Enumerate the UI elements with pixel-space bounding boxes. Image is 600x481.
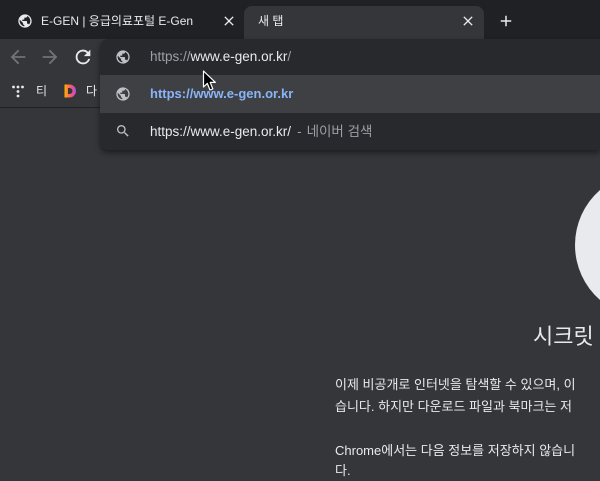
suggestion-item[interactable]: https://www.e-gen.or.kr/- 네이버 검색 [100, 113, 600, 150]
page-title: 시크릿 [533, 324, 594, 349]
plus-icon[interactable] [497, 12, 515, 30]
bookmark-label: 다 [86, 84, 98, 98]
tab-title: E-GEN | 응급의료포털 E-Gen [41, 14, 194, 28]
mouse-pointer-icon [202, 70, 217, 92]
suggestion-item[interactable]: https://www.e-gen.or.kr [100, 75, 600, 113]
arrow-back-icon[interactable] [7, 46, 29, 68]
globe-icon [115, 49, 131, 65]
search-icon [115, 123, 131, 139]
globe-icon [115, 86, 131, 102]
close-icon[interactable] [221, 13, 237, 29]
url-host: www.e-gen.or.kr [190, 49, 288, 64]
description-line: Chrome에서는 다음 정보를 저장하지 않습니 [335, 443, 576, 458]
suggestion-url: https://www.e-gen.or.kr [150, 86, 294, 101]
omnibox-dropdown: https://www.e-gen.or.kr/ https://www.e-g… [100, 39, 600, 150]
close-icon[interactable] [460, 13, 476, 29]
incognito-circle-icon [575, 190, 600, 300]
description-line: 습니다. 하지만 다운로드 파일과 북마크는 저 [335, 399, 572, 414]
tab-title: 새 탭 [258, 14, 284, 28]
arrow-forward-icon[interactable] [39, 46, 61, 68]
description-line: 다. [335, 463, 351, 478]
bookmark-item[interactable]: 티 [4, 78, 54, 104]
suggestion-text: https://www.e-gen.or.kr/- 네이버 검색 [150, 113, 590, 150]
url-path: / [287, 49, 292, 64]
suggestion-separator: - [297, 124, 302, 139]
tab-egen[interactable]: E-GEN | 응급의료포털 E-Gen [8, 6, 240, 39]
dots-favicon-icon [11, 84, 25, 98]
bookmark-label: 티 [36, 84, 48, 98]
tab-new-tab[interactable]: 새 탭 [244, 6, 484, 39]
description-line: 이제 비공개로 인터넷을 탐색할 수 있으며, 이 [335, 377, 576, 392]
suggestion-description: 네이버 검색 [306, 124, 373, 139]
tab-strip: E-GEN | 응급의료포털 E-Gen 새 탭 [0, 0, 600, 39]
reload-icon[interactable] [72, 46, 94, 68]
suggestion-query: https://www.e-gen.or.kr/ [150, 124, 292, 139]
bookmark-item[interactable]: 다 [56, 78, 100, 104]
omnibox-input[interactable]: https://www.e-gen.or.kr/ [100, 39, 600, 75]
globe-icon [17, 13, 33, 29]
url-scheme: https:// [150, 49, 191, 64]
browser-window: E-GEN | 응급의료포털 E-Gen 새 탭 티 다 시크릿 이제 비공개로… [0, 0, 600, 481]
d-logo-icon [63, 84, 77, 98]
